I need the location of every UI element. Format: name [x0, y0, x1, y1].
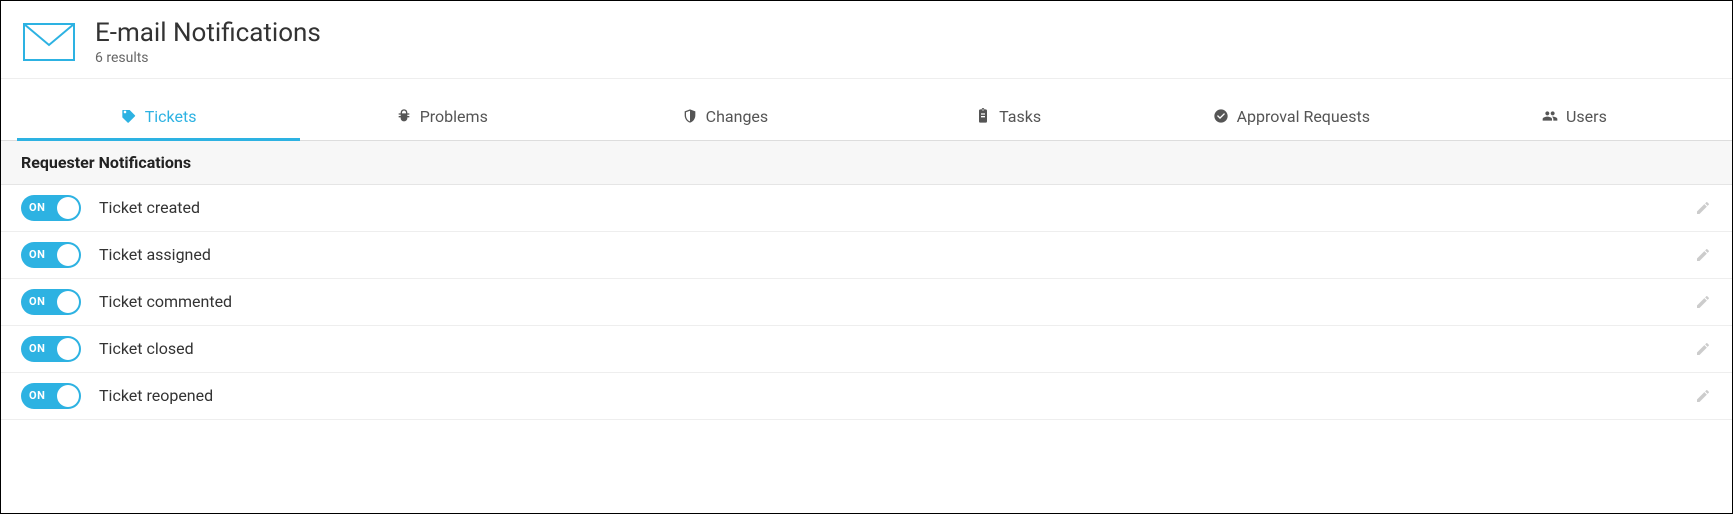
- tab-label: Tasks: [999, 107, 1041, 126]
- tab-label: Changes: [706, 107, 769, 126]
- pencil-icon[interactable]: [1694, 387, 1712, 405]
- clipboard-icon: [975, 108, 991, 124]
- section-header: Requester Notifications: [1, 141, 1732, 185]
- toggle-state-label: ON: [21, 201, 45, 214]
- toggle-state-label: ON: [21, 248, 45, 261]
- notification-row: ON Ticket assigned: [1, 232, 1732, 279]
- pencil-icon[interactable]: [1694, 293, 1712, 311]
- mail-icon: [21, 22, 77, 62]
- toggle-knob: [57, 385, 79, 407]
- toggle-knob: [57, 291, 79, 313]
- pencil-icon[interactable]: [1694, 199, 1712, 217]
- toggle-knob: [57, 338, 79, 360]
- notification-label: Ticket commented: [99, 292, 1676, 311]
- tab-tasks[interactable]: Tasks: [867, 93, 1150, 140]
- tab-problems[interactable]: Problems: [300, 93, 583, 140]
- tab-label: Users: [1566, 107, 1607, 126]
- tab-approval-requests[interactable]: Approval Requests: [1150, 93, 1433, 140]
- tabs-bar: Tickets Problems Changes Tasks Approval: [1, 93, 1732, 141]
- tab-label: Approval Requests: [1237, 107, 1370, 126]
- shield-icon: [682, 108, 698, 124]
- page-container: E-mail Notifications 6 results Tickets P…: [0, 0, 1733, 514]
- notification-row: ON Ticket created: [1, 185, 1732, 232]
- pencil-icon[interactable]: [1694, 246, 1712, 264]
- toggle-ticket-reopened[interactable]: ON: [21, 383, 81, 409]
- notification-label: Ticket closed: [99, 339, 1676, 358]
- header-titles: E-mail Notifications 6 results: [95, 19, 321, 66]
- toggle-ticket-commented[interactable]: ON: [21, 289, 81, 315]
- toggle-ticket-closed[interactable]: ON: [21, 336, 81, 362]
- tab-label: Tickets: [145, 107, 197, 126]
- pencil-icon[interactable]: [1694, 340, 1712, 358]
- page-header: E-mail Notifications 6 results: [1, 1, 1732, 79]
- tab-changes[interactable]: Changes: [583, 93, 866, 140]
- users-icon: [1542, 108, 1558, 124]
- page-title: E-mail Notifications: [95, 19, 321, 48]
- bug-icon: [396, 108, 412, 124]
- toggle-state-label: ON: [21, 389, 45, 402]
- notification-label: Ticket created: [99, 198, 1676, 217]
- tab-users[interactable]: Users: [1433, 93, 1716, 140]
- toggle-knob: [57, 197, 79, 219]
- notification-row: ON Ticket reopened: [1, 373, 1732, 420]
- notification-row: ON Ticket closed: [1, 326, 1732, 373]
- toggle-state-label: ON: [21, 342, 45, 355]
- toggle-state-label: ON: [21, 295, 45, 308]
- page-subtitle: 6 results: [95, 50, 321, 66]
- notification-row: ON Ticket commented: [1, 279, 1732, 326]
- tab-tickets[interactable]: Tickets: [17, 93, 300, 140]
- toggle-ticket-created[interactable]: ON: [21, 195, 81, 221]
- notification-label: Ticket reopened: [99, 386, 1676, 405]
- toggle-ticket-assigned[interactable]: ON: [21, 242, 81, 268]
- tag-icon: [121, 108, 137, 124]
- check-circle-icon: [1213, 108, 1229, 124]
- notification-label: Ticket assigned: [99, 245, 1676, 264]
- toggle-knob: [57, 244, 79, 266]
- tab-label: Problems: [420, 107, 488, 126]
